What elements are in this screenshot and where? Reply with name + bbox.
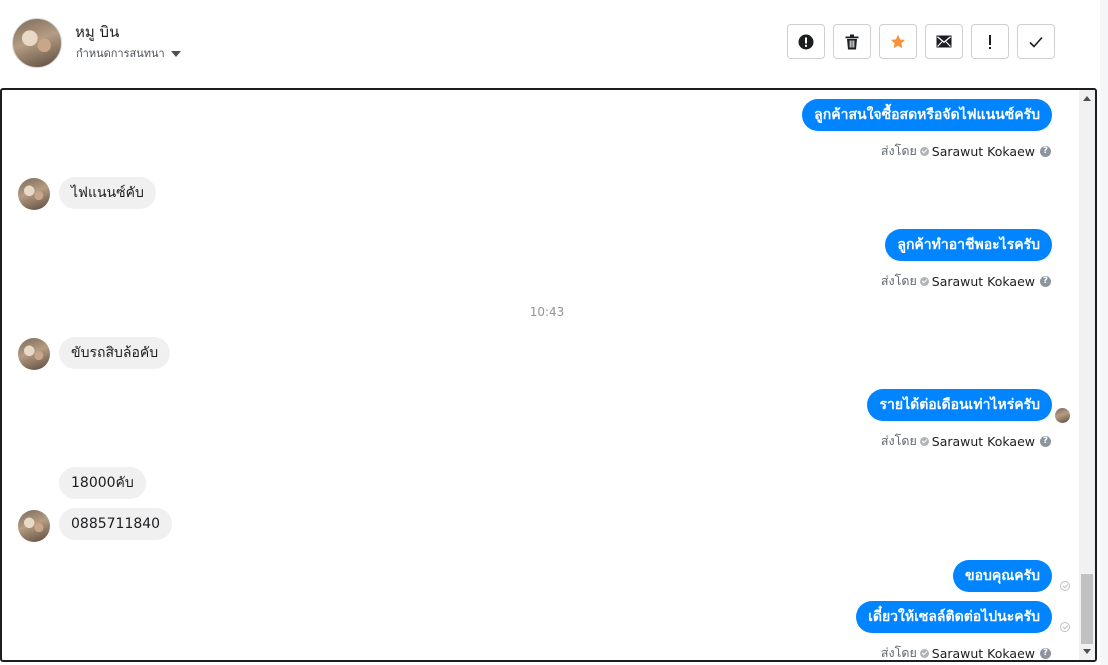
star-icon (890, 34, 906, 48)
delivered-check-icon (1060, 581, 1070, 591)
assign-conversation-dropdown[interactable]: กำหนดการสนทนา (76, 44, 181, 62)
message-thread[interactable]: ลูกค้าสนใจซื้อสดหรือจัดไฟแนนซ์ครับ ส่งโด… (0, 88, 1097, 662)
contact-avatar-small[interactable] (18, 338, 50, 370)
sent-by-line: ส่งโดย Sarawut Kokaew ? (881, 141, 1051, 161)
outgoing-message[interactable]: ลูกค้าทำอาชีพอะไรครับ (885, 229, 1052, 261)
outgoing-message[interactable]: ขอบคุณครับ (953, 560, 1052, 592)
message-timestamp: 10:43 (529, 305, 565, 319)
agent-name[interactable]: Sarawut Kokaew (932, 646, 1035, 661)
scroll-up-arrow-icon[interactable] (1083, 96, 1091, 101)
conversation-toolbar (787, 24, 1055, 59)
sent-by-label: ส่งโดย (880, 273, 917, 288)
mark-done-button[interactable] (1017, 24, 1055, 59)
seen-by-avatar (1055, 408, 1070, 423)
help-icon[interactable]: ? (1040, 275, 1051, 287)
verified-check-icon (919, 436, 929, 446)
delivered-check-icon (1060, 622, 1070, 632)
assign-label: กำหนดการสนทนา (76, 47, 165, 60)
contact-avatar-small[interactable] (18, 178, 50, 210)
conversation-header: หมู บิน กำหนดการสนทนา (0, 0, 1108, 88)
outgoing-message[interactable]: เดี๋ยวให้เซลล์ติดต่อไปนะครับ (856, 601, 1052, 633)
verified-check-icon (919, 146, 929, 156)
envelope-icon (936, 35, 952, 48)
agent-name[interactable]: Sarawut Kokaew (932, 144, 1035, 159)
check-icon (1029, 36, 1043, 48)
sent-by-label: ส่งโดย (880, 645, 917, 660)
contact-avatar-small[interactable] (18, 510, 50, 542)
sent-by-line: ส่งโดย Sarawut Kokaew ? (881, 431, 1051, 451)
trash-icon (845, 34, 859, 49)
outgoing-message[interactable]: รายได้ต่อเดือนเท่าไหร่ครับ (867, 389, 1052, 421)
thread-scrollbar[interactable] (1079, 90, 1095, 660)
spam-button[interactable] (787, 24, 825, 59)
sent-by-line: ส่งโดย Sarawut Kokaew ? (881, 271, 1051, 291)
incoming-message[interactable]: ไฟแนนซ์คับ (59, 177, 156, 209)
scroll-down-arrow-icon[interactable] (1083, 649, 1091, 654)
delete-button[interactable] (833, 24, 871, 59)
mark-unread-button[interactable] (925, 24, 963, 59)
scroll-thumb[interactable] (1081, 574, 1093, 644)
exclamation-icon (989, 34, 991, 49)
verified-check-icon (919, 276, 929, 286)
verified-check-icon (919, 648, 929, 658)
sent-by-label: ส่งโดย (880, 433, 917, 448)
sent-by-label: ส่งโดย (880, 143, 917, 158)
agent-name[interactable]: Sarawut Kokaew (932, 274, 1035, 289)
outgoing-message[interactable]: ลูกค้าสนใจซื้อสดหรือจัดไฟแนนซ์ครับ (802, 99, 1052, 131)
help-icon[interactable]: ? (1040, 145, 1051, 157)
contact-avatar[interactable] (12, 18, 62, 68)
follow-up-button[interactable] (971, 24, 1009, 59)
page-scroll-strip (1100, 0, 1108, 665)
agent-name[interactable]: Sarawut Kokaew (932, 434, 1035, 449)
help-icon[interactable]: ? (1040, 647, 1051, 659)
alert-circle-icon (798, 34, 814, 49)
caret-down-icon (170, 50, 181, 57)
incoming-message[interactable]: ขับรถสิบล้อคับ (59, 337, 171, 369)
help-icon[interactable]: ? (1040, 435, 1051, 447)
sent-by-line: ส่งโดย Sarawut Kokaew ? (880, 643, 1051, 661)
incoming-message[interactable]: 18000คับ (59, 467, 146, 499)
incoming-message[interactable]: 0885711840 (59, 508, 173, 540)
contact-name[interactable]: หมู บิน (75, 20, 119, 44)
star-button[interactable] (879, 24, 917, 59)
